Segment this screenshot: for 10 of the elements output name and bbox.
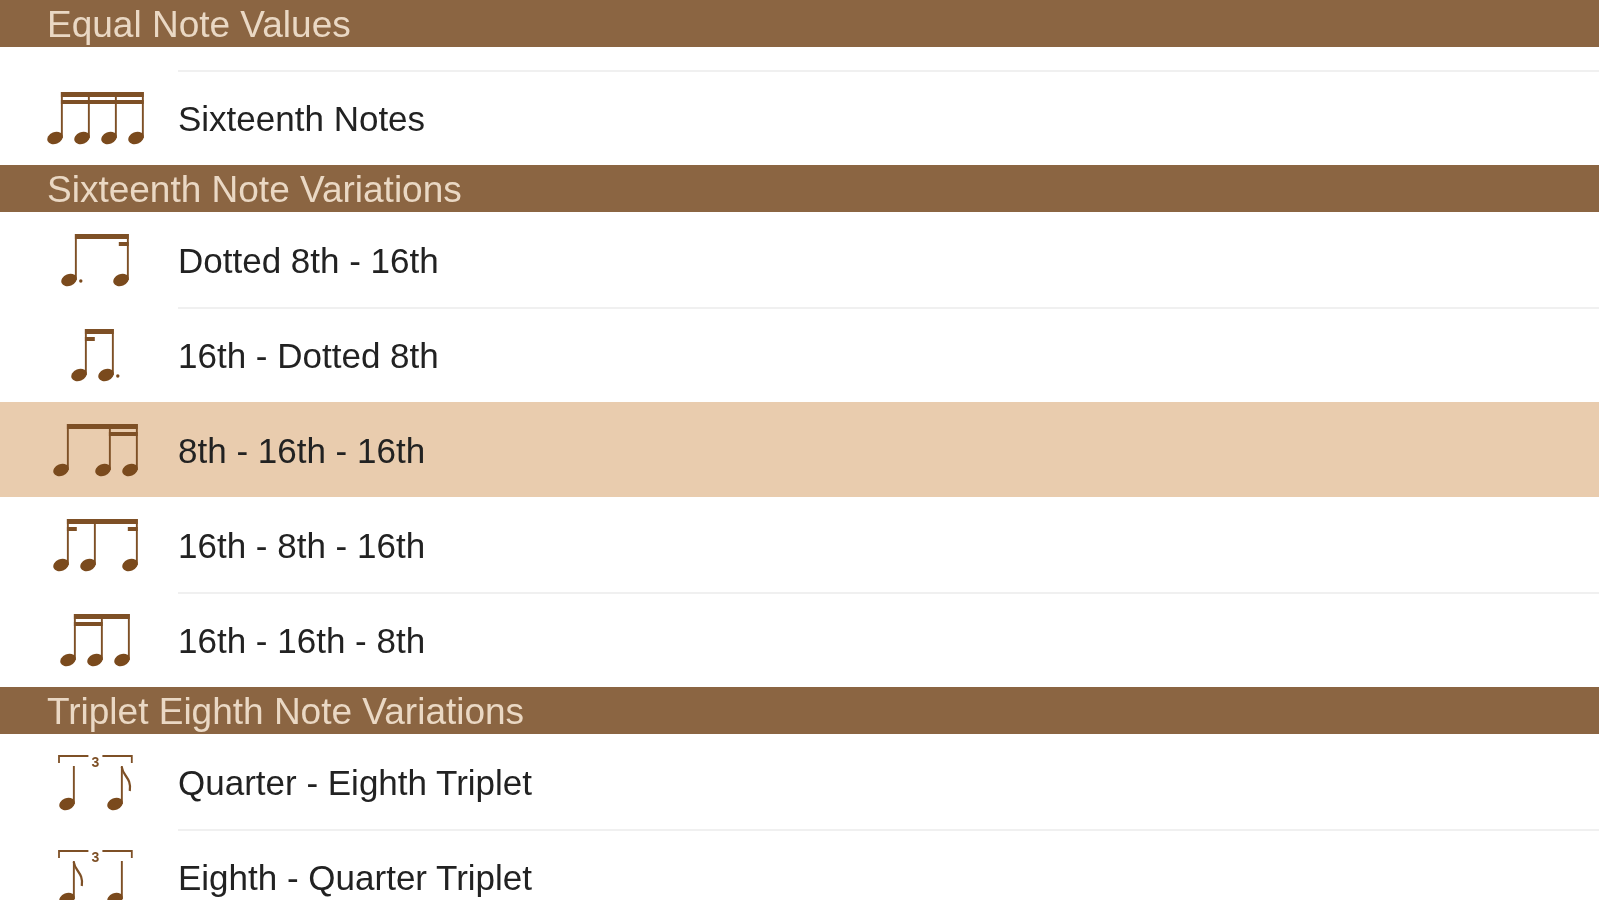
beamed-notes-icon bbox=[51, 517, 139, 572]
rhythm-list-item[interactable]: 8th - 16th - 16th bbox=[0, 402, 1599, 497]
section-header: Triplet Eighth Note Variations bbox=[0, 687, 1599, 734]
beamed-notes-icon bbox=[59, 612, 131, 667]
beamed-notes-icon bbox=[60, 232, 130, 287]
section-header: Equal Note Values bbox=[0, 0, 1599, 47]
beamed-notes-icon bbox=[45, 90, 145, 145]
beamed-notes-icon bbox=[51, 422, 139, 477]
section-header: Sixteenth Note Variations bbox=[0, 165, 1599, 212]
beamed-notes-icon bbox=[70, 327, 120, 382]
